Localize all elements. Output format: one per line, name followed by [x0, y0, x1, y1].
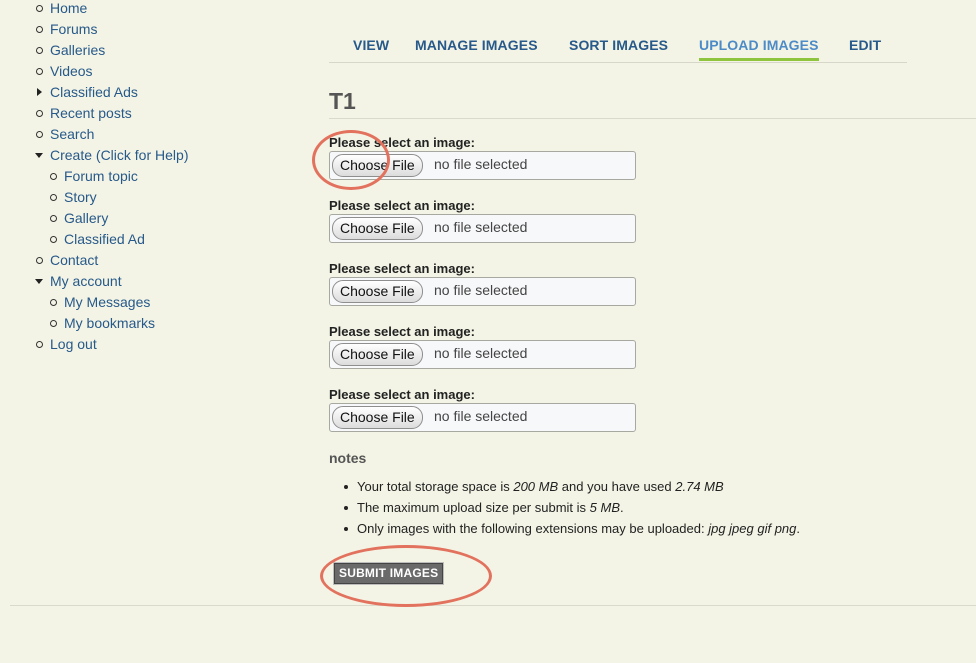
- file-status: no file selected: [434, 408, 528, 424]
- bullet-icon: [36, 257, 43, 264]
- file-input[interactable]: Choose File no file selected: [329, 340, 636, 369]
- nav-link[interactable]: Home: [50, 0, 87, 16]
- page-title: T1: [329, 88, 356, 114]
- nav-link[interactable]: My bookmarks: [64, 315, 155, 331]
- expanded-triangle-icon[interactable]: [35, 279, 43, 284]
- nav-link[interactable]: My Messages: [64, 294, 150, 310]
- tab-manage-images[interactable]: MANAGE IMAGES: [415, 37, 538, 60]
- bullet-icon: [50, 299, 57, 306]
- image-upload-field: Please select an image: Choose File no f…: [329, 387, 636, 432]
- nav-link[interactable]: Log out: [50, 336, 97, 352]
- title-divider: [329, 118, 976, 119]
- annotation-circle: [312, 130, 390, 190]
- tab-upload-images[interactable]: UPLOAD IMAGES: [699, 37, 819, 61]
- nav-item-create[interactable]: Create (Click for Help): [35, 145, 188, 166]
- file-status: no file selected: [434, 219, 528, 235]
- image-upload-field: Please select an image: Choose File no f…: [329, 198, 636, 243]
- nav-link[interactable]: Contact: [50, 252, 98, 268]
- bullet-icon: [36, 68, 43, 75]
- choose-file-button[interactable]: Choose File: [332, 217, 423, 240]
- nav-subitem-forum-topic[interactable]: Forum topic: [50, 166, 188, 187]
- bullet-icon: [50, 173, 57, 180]
- image-upload-label: Please select an image:: [329, 324, 475, 339]
- bullet-icon: [36, 131, 43, 138]
- nav-link[interactable]: Recent posts: [50, 105, 132, 121]
- nav-link[interactable]: Create (Click for Help): [50, 147, 188, 163]
- nav-link[interactable]: Search: [50, 126, 94, 142]
- bullet-icon: [36, 341, 43, 348]
- image-upload-label: Please select an image:: [329, 261, 475, 276]
- note-max-upload: The maximum upload size per submit is 5 …: [344, 500, 800, 521]
- file-status: no file selected: [434, 345, 528, 361]
- bullet-icon: [36, 5, 43, 12]
- nav-link[interactable]: Gallery: [64, 210, 108, 226]
- nav-item-search[interactable]: Search: [36, 124, 188, 145]
- nav-link[interactable]: Forum topic: [64, 168, 138, 184]
- nav-item-contact[interactable]: Contact: [36, 250, 188, 271]
- nav-subitem-gallery[interactable]: Gallery: [50, 208, 188, 229]
- sidebar-nav: Home Forums Galleries Videos Classified …: [35, 0, 188, 355]
- notes-heading: notes: [329, 450, 367, 466]
- nav-item-log-out[interactable]: Log out: [36, 334, 188, 355]
- file-input[interactable]: Choose File no file selected: [329, 214, 636, 243]
- bullet-icon: [344, 485, 348, 489]
- image-upload-field: Please select an image: Choose File no f…: [329, 261, 636, 306]
- collapsed-triangle-icon[interactable]: [37, 88, 42, 96]
- nav-item-home[interactable]: Home: [36, 0, 188, 19]
- file-input[interactable]: Choose File no file selected: [329, 403, 636, 432]
- nav-item-forums[interactable]: Forums: [36, 19, 188, 40]
- image-upload-label: Please select an image:: [329, 387, 475, 402]
- choose-file-button[interactable]: Choose File: [332, 343, 423, 366]
- nav-subitem-my-bookmarks[interactable]: My bookmarks: [50, 313, 188, 334]
- file-input[interactable]: Choose File no file selected: [329, 277, 636, 306]
- nav-link[interactable]: Classified Ad: [64, 231, 145, 247]
- note-extensions: Only images with the following extension…: [344, 521, 800, 542]
- bullet-icon: [36, 26, 43, 33]
- nav-item-recent-posts[interactable]: Recent posts: [36, 103, 188, 124]
- bullet-icon: [344, 527, 348, 531]
- choose-file-button[interactable]: Choose File: [332, 406, 423, 429]
- annotation-circle: [320, 545, 492, 607]
- nav-item-classified-ads[interactable]: Classified Ads: [36, 82, 188, 103]
- nav-link[interactable]: Videos: [50, 63, 93, 79]
- nav-subitem-classified-ad[interactable]: Classified Ad: [50, 229, 188, 250]
- tab-edit[interactable]: EDIT: [849, 37, 881, 60]
- nav-link[interactable]: Story: [64, 189, 97, 205]
- bullet-icon: [50, 215, 57, 222]
- gallery-tabs: VIEW MANAGE IMAGES SORT IMAGES UPLOAD IM…: [329, 37, 907, 63]
- footer-divider: [10, 605, 976, 606]
- image-upload-label: Please select an image:: [329, 198, 475, 213]
- note-storage: Your total storage space is 200 MB and y…: [344, 479, 800, 500]
- nav-item-my-account[interactable]: My account: [35, 271, 188, 292]
- nav-link[interactable]: Galleries: [50, 42, 105, 58]
- bullet-icon: [36, 110, 43, 117]
- nav-item-videos[interactable]: Videos: [36, 61, 188, 82]
- nav-item-galleries[interactable]: Galleries: [36, 40, 188, 61]
- bullet-icon: [50, 236, 57, 243]
- bullet-icon: [36, 47, 43, 54]
- file-status: no file selected: [434, 282, 528, 298]
- nav-link[interactable]: Forums: [50, 21, 97, 37]
- bullet-icon: [50, 320, 57, 327]
- tab-view[interactable]: VIEW: [353, 37, 389, 60]
- nav-subitem-my-messages[interactable]: My Messages: [50, 292, 188, 313]
- file-status: no file selected: [434, 156, 528, 172]
- choose-file-button[interactable]: Choose File: [332, 280, 423, 303]
- tab-sort-images[interactable]: SORT IMAGES: [569, 37, 668, 60]
- notes-list: Your total storage space is 200 MB and y…: [344, 479, 800, 542]
- nav-subitem-story[interactable]: Story: [50, 187, 188, 208]
- image-upload-field: Please select an image: Choose File no f…: [329, 324, 636, 369]
- expanded-triangle-icon[interactable]: [35, 153, 43, 158]
- nav-link[interactable]: My account: [50, 273, 122, 289]
- nav-link[interactable]: Classified Ads: [50, 84, 138, 100]
- bullet-icon: [50, 194, 57, 201]
- bullet-icon: [344, 506, 348, 510]
